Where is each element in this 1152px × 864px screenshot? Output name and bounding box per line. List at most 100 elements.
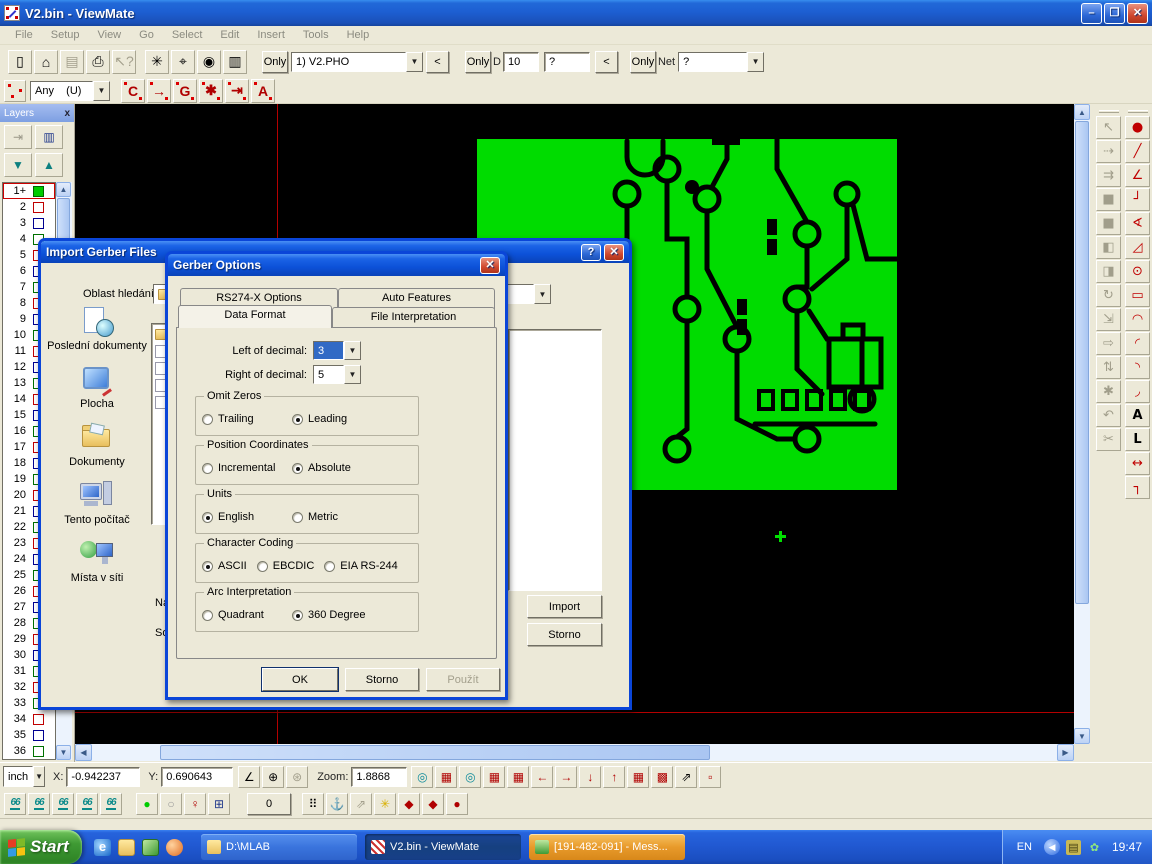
book-icon[interactable] <box>142 839 159 856</box>
layer-table-icon[interactable]: ▥ <box>35 125 63 149</box>
menu-tools[interactable]: Tools <box>294 27 338 43</box>
draw-dimension-icon[interactable]: ↔ <box>1125 452 1150 475</box>
apply-button[interactable]: Použít <box>426 668 500 691</box>
measure-pin-icon[interactable]: ⌖ <box>171 50 195 74</box>
layer-scroll-up-icon[interactable]: ▲ <box>56 182 71 197</box>
ok-button[interactable]: OK <box>262 668 338 691</box>
g-code-icon[interactable]: G <box>173 79 197 103</box>
pan-up-icon[interactable]: ↑ <box>603 766 625 788</box>
film-view-5-icon[interactable]: 66 <box>100 793 122 815</box>
import-dialog-close-icon[interactable]: ✕ <box>604 244 624 261</box>
lamp-off-icon[interactable]: ○ <box>160 793 182 815</box>
stretch-select-icon[interactable]: ⇗ <box>675 766 697 788</box>
draw-corner2-icon[interactable]: ┐ <box>1125 476 1150 499</box>
layer-swatch[interactable] <box>33 746 44 757</box>
only-layer-button[interactable]: Only <box>262 51 288 73</box>
flip-vertical-icon[interactable]: ◧ <box>1096 236 1121 259</box>
vertical-scrollbar[interactable]: ▲ ▼ <box>1074 104 1090 744</box>
draw-circle-icon[interactable]: ⊙ <box>1125 260 1150 283</box>
icq-flower-icon[interactable]: ✿ <box>1087 840 1102 855</box>
import-button[interactable]: Import <box>527 595 602 618</box>
lamp-outline-icon[interactable]: ♀ <box>184 793 206 815</box>
pan-left-icon[interactable]: ← <box>531 766 553 788</box>
menu-help[interactable]: Help <box>338 27 379 43</box>
draw-arc-ccw-icon[interactable]: ◜ <box>1125 332 1150 355</box>
dashed-move-icon[interactable]: ⇗ <box>350 793 372 815</box>
unit-combo[interactable]: inch▼ <box>3 766 45 787</box>
net-combo[interactable]: ?▼ <box>678 52 764 72</box>
horizontal-scroll-thumb[interactable] <box>160 745 710 760</box>
lamp-on-icon[interactable]: ● <box>136 793 158 815</box>
gerber-dialog-close-icon[interactable]: ✕ <box>480 257 500 274</box>
draw-arc-chord-icon[interactable]: ◞ <box>1125 380 1150 403</box>
horizontal-scrollbar[interactable]: ◀ ▶ <box>75 744 1074 761</box>
radio-quadrant[interactable]: Quadrant <box>202 609 292 621</box>
highlight-flash-icon[interactable]: ✳ <box>145 50 169 74</box>
draw-angle-icon[interactable]: ∢ <box>1125 212 1150 235</box>
prev-dcode-button[interactable]: < <box>595 51 618 73</box>
layers-close-icon[interactable]: x <box>64 108 70 119</box>
scroll-down-icon[interactable]: ▼ <box>1074 728 1090 744</box>
settings-gear-icon[interactable]: ✱ <box>1096 380 1121 403</box>
menu-go[interactable]: Go <box>130 27 163 43</box>
zoom-window-icon[interactable]: ◎ <box>459 766 481 788</box>
draw-triangle-icon[interactable]: ◿ <box>1125 236 1150 259</box>
place-desktop[interactable]: Plocha <box>47 365 147 410</box>
draw-corner-icon[interactable]: ┘ <box>1125 188 1150 211</box>
tab-file-interpretation[interactable]: File Interpretation <box>332 307 495 328</box>
flash-mode-icon[interactable]: ✳ <box>374 793 396 815</box>
tab-data-format[interactable]: Data Format <box>178 305 332 328</box>
zoom-value[interactable]: 1.8868 <box>351 767 407 787</box>
firefox-icon[interactable] <box>166 839 183 856</box>
pad-report-icon[interactable]: ▦ <box>483 766 505 788</box>
draw-text-icon[interactable]: A <box>1125 404 1150 427</box>
layer-row[interactable]: 1+ <box>3 183 55 199</box>
step-grid-icon[interactable]: ▦ <box>627 766 649 788</box>
tab-auto-features[interactable]: Auto Features <box>338 288 495 309</box>
film-view-4-icon[interactable]: 66 <box>76 793 98 815</box>
cut-icon[interactable]: ✂ <box>1096 428 1121 451</box>
radio-leading[interactable]: Leading <box>292 413 347 425</box>
layer-swatch[interactable] <box>33 218 44 229</box>
zoom-in-icon[interactable]: ◎ <box>411 766 433 788</box>
layer-swatch[interactable] <box>33 714 44 725</box>
layer-row[interactable]: 34 <box>3 711 55 727</box>
right-of-decimal-combo[interactable]: 5▼ <box>313 365 361 384</box>
move-item-icon[interactable]: ⇨ <box>1096 332 1121 355</box>
dock-layer-icon[interactable]: ⇥ <box>4 125 32 149</box>
draw-pad-icon[interactable]: ● <box>1125 116 1150 139</box>
gerber-dialog-titlebar[interactable]: Gerber Options ✕ <box>168 254 505 276</box>
toolbar-grip[interactable] <box>1128 110 1148 113</box>
task-normal[interactable]: D:\MLAB <box>201 834 357 860</box>
radio-trailing[interactable]: Trailing <box>202 413 292 425</box>
layers-panel-header[interactable]: Layers x <box>0 104 74 122</box>
aperture-text-icon[interactable]: A <box>251 79 275 103</box>
angle-icon[interactable]: ∠ <box>238 766 260 788</box>
minimize-button[interactable]: – <box>1081 3 1102 24</box>
place-network-places[interactable]: Místa v síti <box>47 539 147 584</box>
menu-edit[interactable]: Edit <box>211 27 248 43</box>
place-recent-documents[interactable]: Poslední dokumenty <box>47 307 147 352</box>
layer-row[interactable]: 35 <box>3 727 55 743</box>
radio-metric[interactable]: Metric <box>292 511 338 523</box>
restore-button[interactable]: ❐ <box>1104 3 1125 24</box>
move-layer-down-icon[interactable]: ▼ <box>4 153 32 177</box>
radio-ebcdic[interactable]: EBCDIC <box>257 560 315 572</box>
prev-layer-button[interactable]: < <box>426 51 449 73</box>
fill-square-2-icon[interactable]: ■ <box>1096 212 1121 235</box>
layer-colors-icon[interactable]: ▥ <box>223 50 247 74</box>
grid-full-icon[interactable]: ▦ <box>507 766 529 788</box>
menu-insert[interactable]: Insert <box>248 27 294 43</box>
film-view-2-icon[interactable]: 66 <box>28 793 50 815</box>
nudge-icon[interactable]: ⇅ <box>1096 356 1121 379</box>
task-active[interactable]: V2.bin - ViewMate <box>365 834 521 860</box>
layer-row[interactable]: 36 <box>3 743 55 759</box>
place-documents[interactable]: Dokumenty <box>47 423 147 468</box>
grid-value-field[interactable]: 0 <box>247 793 291 815</box>
layer-row[interactable]: 2 <box>3 199 55 215</box>
pan-down-icon[interactable]: ↓ <box>579 766 601 788</box>
join-icon[interactable]: ⇥ <box>225 79 249 103</box>
place-my-computer[interactable]: Tento počítač <box>47 481 147 526</box>
layer-row[interactable]: 3 <box>3 215 55 231</box>
scroll-right-icon[interactable]: ▶ <box>1057 744 1074 761</box>
